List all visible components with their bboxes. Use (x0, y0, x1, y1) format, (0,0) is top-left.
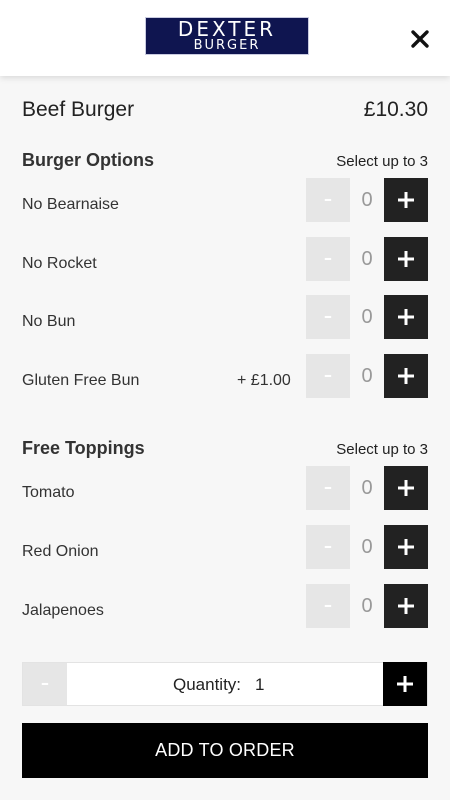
close-icon[interactable] (408, 27, 432, 51)
quantity-stepper: - Quantity: 1 (22, 662, 428, 706)
option-surcharge: + £1.00 (237, 371, 291, 389)
logo-text-dexter: DEXTER (177, 17, 277, 41)
plus-icon (397, 676, 413, 692)
option-label: No Bun (22, 313, 76, 331)
decrement-button[interactable]: - (306, 524, 350, 569)
option-stepper: - 0 (306, 583, 428, 628)
item-detail: Beef Burger £10.30 Burger Options Select… (22, 76, 428, 642)
item-price: £10.30 (363, 98, 428, 121)
option-count: 0 (361, 535, 373, 558)
quantity-decrement-button[interactable]: - (23, 663, 67, 705)
option-row-tomato: Tomato - 0 (22, 466, 428, 525)
section-header-burger-options: Burger Options Select up to 3 (22, 144, 428, 178)
section-limit-note: Select up to 3 (336, 153, 428, 170)
option-stepper: - 0 (306, 236, 428, 281)
item-title-row: Beef Burger £10.30 (22, 76, 428, 144)
plus-icon (398, 480, 414, 497)
decrement-button[interactable]: - (306, 583, 350, 628)
option-count: 0 (361, 247, 373, 270)
decrement-button[interactable]: - (306, 353, 350, 398)
quantity-increment-button[interactable] (383, 662, 427, 706)
option-label: No Bearnaise (22, 196, 119, 213)
increment-button[interactable] (384, 178, 428, 222)
section-title: Burger Options (22, 150, 155, 170)
increment-button[interactable] (384, 236, 428, 281)
option-row-no-bearnaise: No Bearnaise - 0 (22, 178, 428, 237)
decrement-button[interactable]: - (306, 466, 350, 511)
item-name: Beef Burger (22, 98, 135, 121)
option-count: 0 (361, 477, 373, 500)
option-label: Tomato (22, 484, 75, 502)
option-stepper: - 0 (306, 295, 428, 340)
option-row-jalapenoes: Jalapenoes - 0 (22, 583, 428, 643)
option-count: 0 (361, 594, 373, 617)
option-stepper: - 0 (306, 178, 428, 222)
plus-icon (398, 367, 414, 384)
plus-icon (398, 597, 414, 614)
option-label: Gluten Free Bun (22, 371, 140, 389)
option-row-gluten-free-bun: Gluten Free Bun + £1.00 - 0 (22, 353, 428, 413)
option-count: 0 (361, 306, 373, 329)
plus-icon (398, 250, 414, 267)
quantity-value: 1 (255, 675, 265, 694)
increment-button[interactable] (384, 466, 428, 511)
option-row-no-bun: No Bun - 0 (22, 295, 428, 354)
plus-icon (398, 538, 414, 555)
option-row-red-onion: Red Onion - 0 (22, 524, 428, 584)
option-stepper: - 0 (306, 524, 428, 569)
option-label: Jalapenoes (22, 601, 104, 619)
section-title: Free Toppings (22, 438, 145, 459)
option-label: No Rocket (22, 254, 97, 272)
option-label: Red Onion (22, 542, 99, 560)
option-count: 0 (361, 189, 373, 211)
decrement-button[interactable]: - (306, 295, 350, 340)
section-limit-note: Select up to 3 (336, 441, 428, 459)
header-bar: DEXTER BURGER (0, 0, 450, 76)
quantity-label: Quantity: (173, 675, 242, 694)
plus-icon (398, 192, 414, 208)
section-header-free-toppings: Free Toppings Select up to 3 (22, 432, 428, 466)
option-count: 0 (361, 364, 373, 387)
decrement-button[interactable]: - (306, 178, 350, 222)
logo-text-burger: BURGER (193, 38, 261, 53)
option-stepper: - 0 (306, 353, 428, 398)
increment-button[interactable] (384, 583, 428, 628)
dexter-burger-logo: DEXTER BURGER (145, 17, 309, 55)
plus-icon (398, 309, 414, 326)
increment-button[interactable] (384, 295, 428, 340)
increment-button[interactable] (384, 524, 428, 569)
option-stepper: - 0 (306, 466, 428, 511)
increment-button[interactable] (384, 353, 428, 398)
decrement-button[interactable]: - (306, 236, 350, 281)
option-row-no-rocket: No Rocket - 0 (22, 236, 428, 296)
add-to-order-button[interactable]: ADD TO ORDER (22, 723, 428, 778)
